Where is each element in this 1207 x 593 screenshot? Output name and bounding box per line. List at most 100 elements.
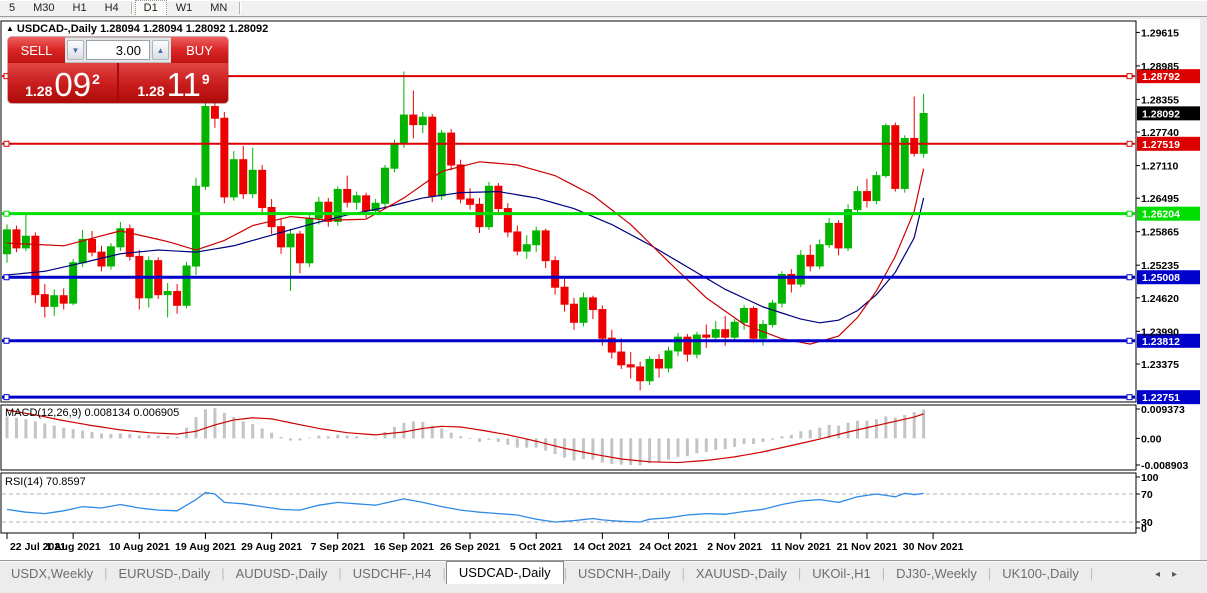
buy-price-button[interactable]: 1.28 11 9 — [119, 63, 228, 103]
sell-button[interactable]: SELL — [8, 37, 65, 63]
chart-tab-7[interactable]: UKOil-,H1 — [801, 563, 882, 585]
candle-body — [476, 204, 483, 226]
candle-body — [363, 196, 370, 211]
date-axis-label[interactable]: 16 Sep 2021 — [374, 541, 434, 553]
macd-histogram-bar — [469, 438, 472, 439]
macd-histogram-bar — [884, 416, 887, 438]
candle-body — [344, 189, 351, 202]
timeframe-button-w1[interactable]: W1 — [168, 1, 201, 16]
price-axis-label: 1.24620 — [1141, 293, 1179, 305]
tabbar-scroll-arrows[interactable]: ◂▸ — [1155, 569, 1189, 580]
candle-body — [13, 230, 20, 248]
macd-histogram-bar — [119, 433, 122, 438]
date-axis-label[interactable]: 19 Aug 2021 — [175, 541, 236, 553]
price-axis-label: 1.27110 — [1141, 161, 1179, 173]
level-handle[interactable] — [1127, 74, 1132, 79]
timeframe-button-mn[interactable]: MN — [202, 1, 235, 16]
mt4-window: { "toolbar": { "items": [ {"label": "5",… — [0, 0, 1207, 593]
date-axis-label[interactable]: 10 Aug 2021 — [109, 541, 170, 553]
macd-histogram-bar — [374, 438, 377, 439]
macd-histogram-bar — [242, 421, 245, 438]
macd-histogram-bar — [714, 438, 717, 449]
chart-window[interactable]: 1.287921.275191.262041.250081.238121.227… — [0, 19, 1207, 560]
candle-body — [665, 351, 672, 368]
date-axis-label[interactable]: 2 Nov 2021 — [707, 541, 762, 553]
macd-axis-label: 0.009373 — [1141, 404, 1185, 416]
sell-price-button[interactable]: 1.28 09 2 — [8, 63, 117, 103]
macd-histogram-bar — [809, 430, 812, 439]
candle-body — [353, 196, 360, 202]
macd-histogram-bar — [251, 424, 254, 438]
chart-tab-0[interactable]: USDX,Weekly — [0, 563, 104, 585]
chart-tab-2[interactable]: AUDUSD-,Daily — [225, 563, 339, 585]
chart-tab-4[interactable]: USDCAD-,Daily — [446, 561, 564, 585]
level-handle[interactable] — [1127, 338, 1132, 343]
chart-tab-9[interactable]: UK100-,Daily — [991, 563, 1090, 585]
macd-histogram-bar — [280, 437, 283, 438]
chart-tab-5[interactable]: USDCNH-,Daily — [567, 563, 681, 585]
volume-decrease-button[interactable]: ▼ — [67, 40, 84, 60]
macd-histogram-bar — [440, 428, 443, 438]
volume-input[interactable]: 3.00 — [86, 40, 150, 60]
candle-body — [4, 230, 11, 254]
macd-histogram-bar — [743, 438, 746, 444]
date-axis-label[interactable]: 7 Sep 2021 — [311, 541, 365, 553]
buy-button[interactable]: BUY — [171, 37, 228, 63]
level-handle[interactable] — [1127, 275, 1132, 280]
date-axis-label[interactable]: 30 Nov 2021 — [903, 541, 964, 553]
timeframe-button-m30[interactable]: M30 — [25, 1, 62, 16]
date-axis-label[interactable]: 21 Nov 2021 — [837, 541, 898, 553]
macd-histogram-bar — [365, 438, 368, 439]
collapse-arrow-icon[interactable]: ▲ — [6, 24, 14, 33]
date-axis-label[interactable]: 1 Aug 2021 — [46, 541, 101, 553]
chart-tab-6[interactable]: XAUUSD-,Daily — [685, 563, 798, 585]
volume-spinner: ▼ 3.00 ▲ — [65, 37, 171, 63]
macd-histogram-bar — [308, 438, 311, 439]
candle-body — [892, 126, 899, 189]
level-handle[interactable] — [1127, 141, 1132, 146]
window-right-edge — [1200, 19, 1207, 560]
volume-increase-button[interactable]: ▲ — [152, 40, 169, 60]
date-axis-label[interactable]: 29 Aug 2021 — [241, 541, 302, 553]
candle-body — [315, 202, 322, 218]
timeframe-button-5[interactable]: 5 — [1, 1, 23, 16]
level-handle[interactable] — [1127, 395, 1132, 400]
price-axis-label: 1.28355 — [1141, 94, 1179, 106]
chart-tab-3[interactable]: USDCHF-,H4 — [342, 563, 443, 585]
macd-histogram-bar — [34, 421, 37, 438]
rsi-axis-label: 70 — [1141, 489, 1153, 501]
level-handle[interactable] — [4, 338, 9, 343]
macd-histogram-bar — [752, 438, 755, 444]
level-price-badge-text: 1.28792 — [1142, 71, 1180, 83]
date-axis-label[interactable]: 24 Oct 2021 — [639, 541, 698, 553]
date-axis-label[interactable]: 11 Nov 2021 — [771, 541, 831, 553]
chart-tab-8[interactable]: DJ30-,Weekly — [885, 563, 988, 585]
candle-body — [202, 107, 209, 187]
timeframe-button-h1[interactable]: H1 — [65, 1, 95, 16]
price-axis-label: 1.23990 — [1141, 326, 1179, 338]
macd-histogram-bar — [450, 433, 453, 439]
chart-ohlc-values: 1.28094 1.28094 1.28092 1.28092 — [100, 23, 268, 35]
macd-histogram-bar — [658, 438, 661, 462]
level-handle[interactable] — [4, 275, 9, 280]
chart-tab-1[interactable]: EURUSD-,Daily — [108, 563, 222, 585]
candle-body — [703, 335, 710, 337]
level-handle[interactable] — [4, 395, 9, 400]
candle-body — [391, 144, 398, 168]
level-handle[interactable] — [4, 141, 9, 146]
level-handle[interactable] — [4, 211, 9, 216]
macd-histogram-bar — [573, 438, 576, 460]
candle-body — [618, 352, 625, 365]
candle-body — [41, 295, 48, 307]
candle-body — [240, 160, 247, 194]
timeframe-button-d1[interactable]: D1 — [136, 1, 166, 16]
price-axis-label: 1.29615 — [1141, 27, 1179, 39]
timeframe-button-h4[interactable]: H4 — [97, 1, 127, 16]
date-axis-label[interactable]: 26 Sep 2021 — [440, 541, 500, 553]
level-handle[interactable] — [1127, 211, 1132, 216]
candle-body — [249, 170, 256, 193]
date-axis-label[interactable]: 14 Oct 2021 — [573, 541, 632, 553]
candle-body — [89, 239, 96, 252]
date-axis-label[interactable]: 5 Oct 2021 — [510, 541, 563, 553]
macd-histogram-bar — [676, 438, 679, 456]
